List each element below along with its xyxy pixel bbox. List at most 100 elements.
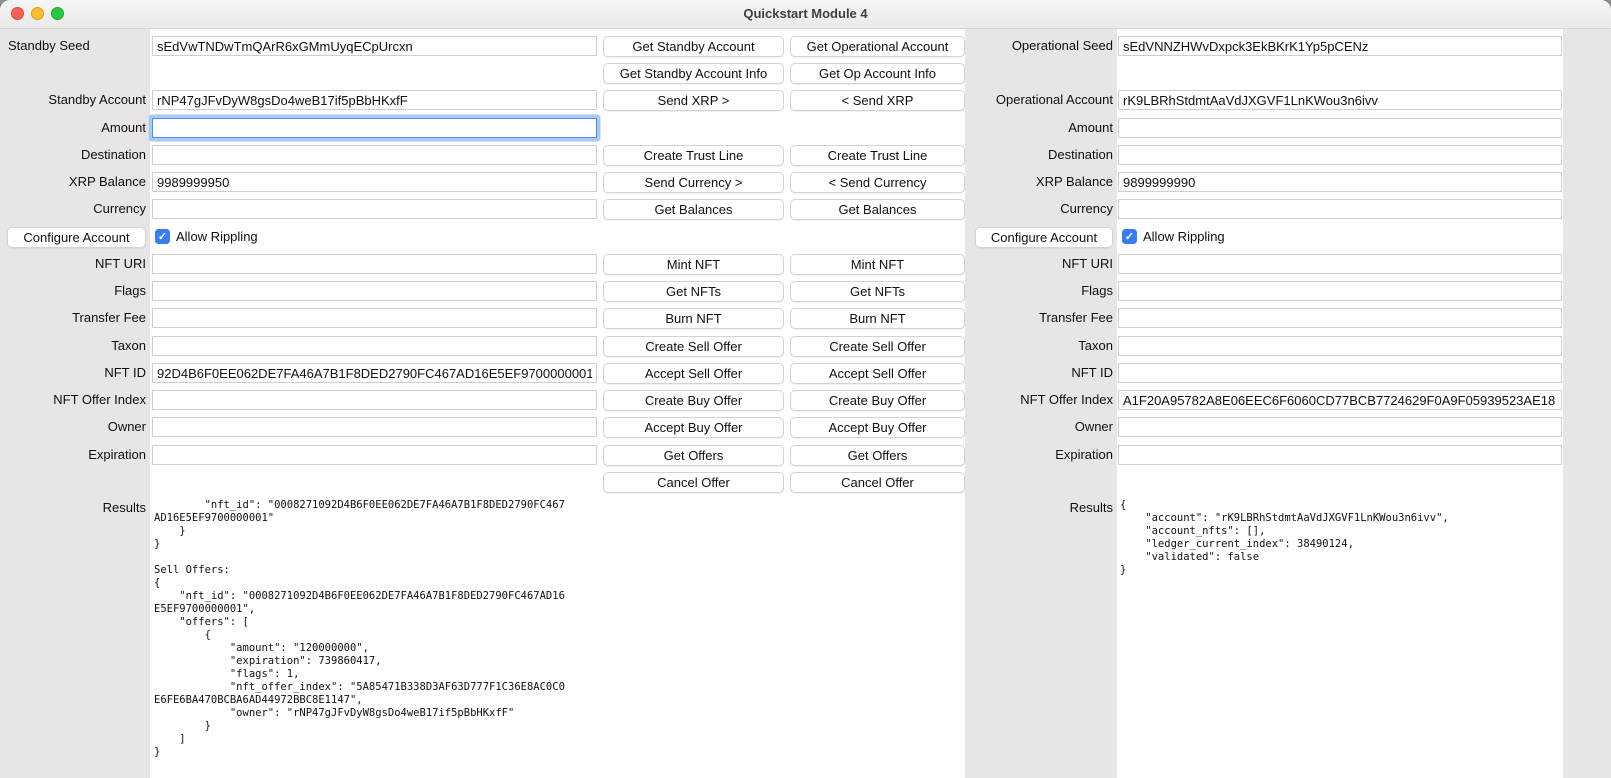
operational-mint-nft-button[interactable]: Mint NFT xyxy=(790,254,965,275)
standby-owner-label: Owner xyxy=(0,417,146,437)
get-standby-account-button[interactable]: Get Standby Account xyxy=(603,36,784,57)
traffic-lights xyxy=(11,7,64,20)
standby-seed-label: Standby Seed xyxy=(0,36,146,56)
operational-configure-account-button[interactable]: Configure Account xyxy=(975,227,1113,248)
operational-account-input[interactable] xyxy=(1118,90,1562,110)
standby-nft-uri-label: NFT URI xyxy=(0,254,146,274)
standby-nft-uri-input[interactable] xyxy=(152,254,597,274)
standby-xrp-balance-input[interactable] xyxy=(152,172,597,192)
operational-nft-uri-label: NFT URI xyxy=(967,254,1113,274)
operational-cancel-offer-button[interactable]: Cancel Offer xyxy=(790,472,965,493)
minimize-window-button[interactable] xyxy=(31,7,44,20)
standby-get-nfts-button[interactable]: Get NFTs xyxy=(603,281,784,302)
standby-accept-sell-offer-button[interactable]: Accept Sell Offer xyxy=(603,363,784,384)
app-window: Quickstart Module 4 Standby Seed Get Sta… xyxy=(0,0,1611,778)
standby-flags-input[interactable] xyxy=(152,281,597,301)
window-title: Quickstart Module 4 xyxy=(0,0,1611,28)
standby-destination-input[interactable] xyxy=(152,145,597,165)
operational-destination-input[interactable] xyxy=(1118,145,1562,165)
standby-xrp-balance-label: XRP Balance xyxy=(0,172,146,192)
operational-get-offers-button[interactable]: Get Offers xyxy=(790,445,965,466)
standby-transfer-fee-input[interactable] xyxy=(152,308,597,328)
operational-nft-id-label: NFT ID xyxy=(967,363,1113,383)
close-window-button[interactable] xyxy=(11,7,24,20)
standby-flags-label: Flags xyxy=(0,281,146,301)
standby-burn-nft-button[interactable]: Burn NFT xyxy=(603,308,784,329)
operational-owner-input[interactable] xyxy=(1118,417,1562,437)
standby-configure-account-button[interactable]: Configure Account xyxy=(7,227,146,248)
standby-create-buy-offer-button[interactable]: Create Buy Offer xyxy=(603,390,784,411)
get-standby-account-info-button[interactable]: Get Standby Account Info xyxy=(603,63,784,84)
operational-transfer-fee-input[interactable] xyxy=(1118,308,1562,328)
operational-transfer-fee-label: Transfer Fee xyxy=(967,308,1113,328)
standby-accept-buy-offer-button[interactable]: Accept Buy Offer xyxy=(603,417,784,438)
zoom-window-button[interactable] xyxy=(51,7,64,20)
standby-currency-input[interactable] xyxy=(152,199,597,219)
standby-transfer-fee-label: Transfer Fee xyxy=(0,308,146,328)
operational-seed-input[interactable] xyxy=(1118,36,1562,56)
standby-account-label: Standby Account xyxy=(0,90,146,110)
operational-send-xrp-button[interactable]: < Send XRP xyxy=(790,90,965,111)
operational-flags-label: Flags xyxy=(967,281,1113,301)
operational-seed-label: Operational Seed xyxy=(967,36,1113,56)
standby-owner-input[interactable] xyxy=(152,417,597,437)
standby-amount-label: Amount xyxy=(0,118,146,138)
standby-mint-nft-button[interactable]: Mint NFT xyxy=(603,254,784,275)
standby-get-balances-button[interactable]: Get Balances xyxy=(603,199,784,220)
operational-xrp-balance-label: XRP Balance xyxy=(967,172,1113,192)
operational-currency-input[interactable] xyxy=(1118,199,1562,219)
operational-accept-buy-offer-button[interactable]: Accept Buy Offer xyxy=(790,417,965,438)
standby-seed-input[interactable] xyxy=(152,36,597,56)
operational-get-balances-button[interactable]: Get Balances xyxy=(790,199,965,220)
operational-create-trust-line-button[interactable]: Create Trust Line xyxy=(790,145,965,166)
standby-results-label: Results xyxy=(0,498,146,518)
operational-destination-label: Destination xyxy=(967,145,1113,165)
operational-amount-label: Amount xyxy=(967,118,1113,138)
operational-nft-id-input[interactable] xyxy=(1118,363,1562,383)
get-operational-account-button[interactable]: Get Operational Account xyxy=(790,36,965,57)
standby-amount-input[interactable] xyxy=(152,118,597,138)
operational-get-nfts-button[interactable]: Get NFTs xyxy=(790,281,965,302)
operational-results-label: Results xyxy=(967,498,1113,518)
operational-allow-rippling-label: Allow Rippling xyxy=(1143,227,1283,247)
standby-cancel-offer-button[interactable]: Cancel Offer xyxy=(603,472,784,493)
standby-allow-rippling-checkbox[interactable] xyxy=(155,229,170,244)
standby-currency-label: Currency xyxy=(0,199,146,219)
get-op-account-info-button[interactable]: Get Op Account Info xyxy=(790,63,965,84)
standby-nft-offer-index-input[interactable] xyxy=(152,390,597,410)
operational-flags-input[interactable] xyxy=(1118,281,1562,301)
standby-taxon-input[interactable] xyxy=(152,336,597,356)
operational-create-buy-offer-button[interactable]: Create Buy Offer xyxy=(790,390,965,411)
standby-taxon-label: Taxon xyxy=(0,336,146,356)
standby-results-textarea[interactable] xyxy=(152,496,597,774)
operational-allow-rippling-checkbox[interactable] xyxy=(1122,229,1137,244)
operational-create-sell-offer-button[interactable]: Create Sell Offer xyxy=(790,336,965,357)
operational-results-textarea[interactable] xyxy=(1118,496,1563,774)
standby-create-trust-line-button[interactable]: Create Trust Line xyxy=(603,145,784,166)
standby-expiration-input[interactable] xyxy=(152,445,597,465)
operational-xrp-balance-input[interactable] xyxy=(1118,172,1562,192)
standby-create-sell-offer-button[interactable]: Create Sell Offer xyxy=(603,336,784,357)
standby-send-xrp-button[interactable]: Send XRP > xyxy=(603,90,784,111)
standby-account-input[interactable] xyxy=(152,90,597,110)
standby-get-offers-button[interactable]: Get Offers xyxy=(603,445,784,466)
operational-expiration-input[interactable] xyxy=(1118,445,1562,465)
operational-nft-offer-index-label: NFT Offer Index xyxy=(967,390,1113,410)
standby-nft-offer-index-label: NFT Offer Index xyxy=(0,390,146,410)
standby-expiration-label: Expiration xyxy=(0,445,146,465)
operational-taxon-input[interactable] xyxy=(1118,336,1562,356)
standby-nft-id-input[interactable] xyxy=(152,363,597,383)
operational-expiration-label: Expiration xyxy=(967,445,1113,465)
operational-currency-label: Currency xyxy=(967,199,1113,219)
operational-amount-input[interactable] xyxy=(1118,118,1562,138)
operational-nft-offer-index-input[interactable] xyxy=(1118,390,1562,410)
titlebar: Quickstart Module 4 xyxy=(0,0,1611,29)
operational-accept-sell-offer-button[interactable]: Accept Sell Offer xyxy=(790,363,965,384)
operational-nft-uri-input[interactable] xyxy=(1118,254,1562,274)
operational-send-currency-button[interactable]: < Send Currency xyxy=(790,172,965,193)
operational-burn-nft-button[interactable]: Burn NFT xyxy=(790,308,965,329)
standby-destination-label: Destination xyxy=(0,145,146,165)
right-margin-background xyxy=(1563,28,1611,778)
standby-send-currency-button[interactable]: Send Currency > xyxy=(603,172,784,193)
standby-nft-id-label: NFT ID xyxy=(0,363,146,383)
